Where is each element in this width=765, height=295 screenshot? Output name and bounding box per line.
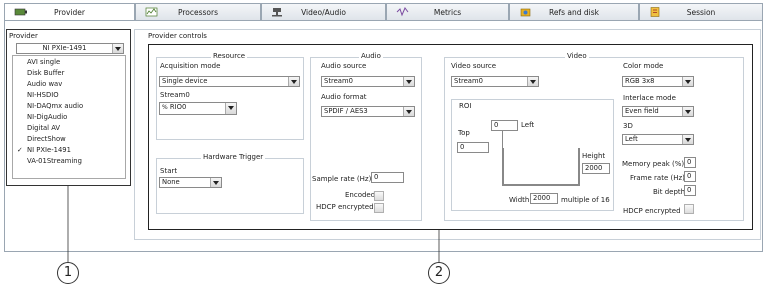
- callout-2: 2: [428, 262, 450, 284]
- callout-leader-lines: [67, 186, 440, 262]
- callout-1: 1: [57, 262, 79, 284]
